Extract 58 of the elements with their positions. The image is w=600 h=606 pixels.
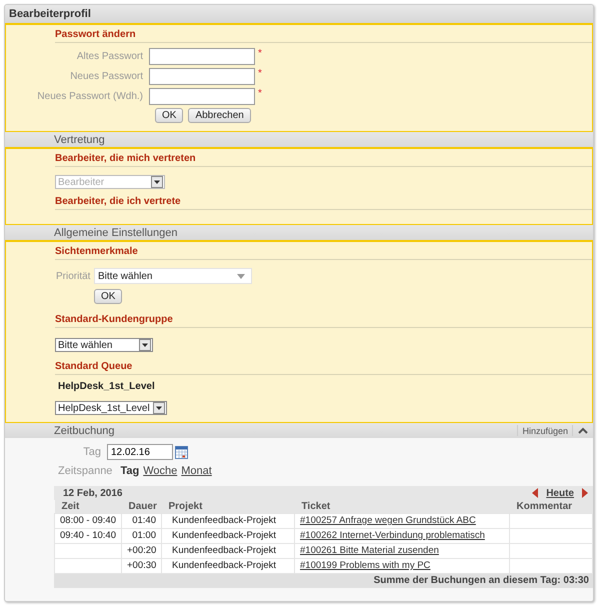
caret-icon <box>237 274 245 278</box>
password-field[interactable] <box>149 48 255 64</box>
panel-title: Bearbeiterprofil <box>9 8 91 20</box>
table-cell: Kundenfeedback-Projekt <box>162 513 294 528</box>
section-title: Vertretung <box>54 134 106 146</box>
table-cell: +00:20 <box>122 543 162 558</box>
current-queue: HelpDesk_1st_Level <box>57 380 155 394</box>
previous-icon[interactable] <box>532 488 538 498</box>
table-cell: Kundenfeedback-Projekt <box>162 543 294 558</box>
field-label: Neues Passwort <box>69 70 144 82</box>
field-label: Priorität <box>56 270 92 282</box>
add-link[interactable]: Hinzufügen <box>522 426 568 436</box>
column-header: Projekt <box>162 500 294 513</box>
column-header: Kommentar <box>510 500 592 513</box>
customer-group-dropdown[interactable]: Bitte wählen <box>55 338 153 352</box>
date-field[interactable]: 12.02.16 <box>107 444 173 460</box>
column-header: Ticket <box>294 500 510 513</box>
subsection-heading: Passwort ändern <box>55 29 136 40</box>
column-header: Dauer <box>122 500 162 513</box>
ok-button[interactable]: OK <box>94 289 122 304</box>
collapse-icon[interactable] <box>577 426 589 436</box>
password-field[interactable] <box>149 68 255 84</box>
subsection-heading: Standard Queue <box>55 361 132 372</box>
table-date: 12 Feb, 2016 <box>63 488 122 498</box>
form-button[interactable]: OK <box>155 108 184 123</box>
subsection-heading: Sichtenmerkmale <box>55 246 138 257</box>
queue-dropdown[interactable]: HelpDesk_1st_Level <box>55 401 167 415</box>
time-span-link[interactable]: Tag <box>120 465 140 477</box>
subsection-heading: Standard-Kundengruppe <box>55 314 173 325</box>
field-label: Tag <box>82 446 102 458</box>
next-icon[interactable] <box>582 488 588 498</box>
form-button[interactable]: Abbrechen <box>188 108 251 123</box>
booking-total: Summe der Buchungen an diesem Tag: 03:30 <box>374 574 589 586</box>
required-mark: * <box>258 48 262 59</box>
time-span-link[interactable]: Woche <box>143 465 178 477</box>
calendar-icon[interactable] <box>175 446 188 458</box>
table-cell: 08:00 - 09:40 <box>54 513 122 528</box>
table-cell: 01:00 <box>122 528 162 543</box>
field-label: Altes Passwort <box>76 50 144 62</box>
table-cell <box>54 543 122 558</box>
field-label: Neues Passwort (Wdh.) <box>36 90 144 102</box>
table-cell: Kundenfeedback-Projekt <box>162 528 294 543</box>
time-span-link[interactable]: Monat <box>181 465 212 477</box>
password-field[interactable] <box>149 88 255 104</box>
today-link[interactable]: Heute <box>546 488 574 498</box>
required-mark: * <box>258 68 262 79</box>
priority-dropdown[interactable]: Bitte wählen <box>94 268 252 284</box>
table-cell: 09:40 - 10:40 <box>54 528 122 543</box>
column-header: Zeit <box>54 500 122 513</box>
field-label: Zeitspanne <box>58 465 112 477</box>
section-title: Zeitbuchung <box>54 424 116 436</box>
required-mark: * <box>258 88 262 99</box>
subsection-heading: Bearbeiter, die mich vertreten <box>55 153 196 164</box>
table-cell: 01:40 <box>122 513 162 528</box>
subsection-heading: Bearbeiter, die ich vertrete <box>55 196 181 207</box>
table-cell: +00:30 <box>122 558 162 573</box>
section-title: Allgemeine Einstellungen <box>54 226 179 238</box>
table-cell: Kundenfeedback-Projekt <box>162 558 294 573</box>
